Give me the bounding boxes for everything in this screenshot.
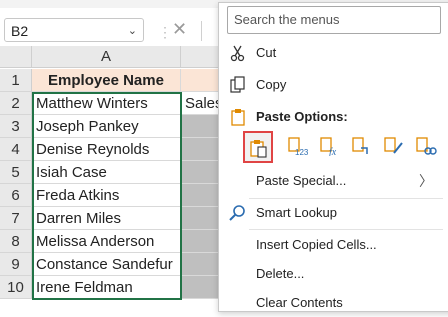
employee-name-cell[interactable]: Irene Feldman bbox=[32, 276, 181, 299]
paste-transpose-icon bbox=[384, 137, 403, 154]
paste-button[interactable] bbox=[243, 131, 273, 163]
paste-link-button[interactable] bbox=[411, 131, 441, 163]
row-header[interactable]: 4 bbox=[0, 138, 32, 161]
name-box[interactable]: B2 ⌄ bbox=[4, 18, 144, 42]
paste-formulas-icon: fx bbox=[320, 137, 337, 156]
employee-name-cell[interactable]: Darren Miles bbox=[32, 207, 181, 230]
chevron-down-icon[interactable]: ⌄ bbox=[128, 19, 137, 43]
menu-item-cut[interactable]: Cut bbox=[219, 39, 448, 67]
paste-transpose-button[interactable] bbox=[379, 131, 409, 163]
select-all-corner[interactable] bbox=[0, 46, 32, 68]
formula-divider bbox=[201, 21, 202, 41]
menu-item-label: Delete... bbox=[256, 266, 305, 281]
row-header[interactable]: 10 bbox=[0, 276, 32, 299]
row-header[interactable]: 8 bbox=[0, 230, 32, 253]
paste-formatting-button[interactable] bbox=[347, 131, 377, 163]
context-menu: Search the menus Cut Copy Paste Options:… bbox=[218, 2, 448, 312]
name-box-value: B2 bbox=[11, 23, 29, 39]
svg-text:fx: fx bbox=[329, 147, 337, 156]
menu-item-insert-copied-cells[interactable]: Insert Copied Cells... bbox=[219, 231, 448, 259]
menu-item-label: Paste Special... bbox=[256, 173, 347, 188]
menu-item-smart-lookup[interactable]: Smart Lookup bbox=[219, 199, 448, 227]
menu-item-copy[interactable]: Copy bbox=[219, 71, 448, 99]
row-header[interactable]: 7 bbox=[0, 207, 32, 230]
row-header[interactable]: 1 bbox=[0, 69, 32, 92]
paste-formatting-icon bbox=[352, 137, 368, 154]
employee-name-cell[interactable]: Freda Atkins bbox=[32, 184, 181, 207]
row-header[interactable]: 9 bbox=[0, 253, 32, 276]
menu-item-label: Copy bbox=[256, 77, 287, 92]
employee-name-cell[interactable]: Matthew Winters bbox=[32, 92, 181, 115]
paste-formulas-button[interactable]: fx bbox=[315, 131, 345, 163]
menu-item-paste-special[interactable]: Paste Special... 〉 bbox=[219, 167, 448, 195]
employee-name-cell[interactable]: Constance Sandefur bbox=[32, 253, 181, 276]
row-header[interactable]: 2 bbox=[0, 92, 32, 115]
formula-separator: ⋮ bbox=[158, 24, 172, 40]
row-header[interactable]: 3 bbox=[0, 115, 32, 138]
cancel-icon[interactable]: ✕ bbox=[172, 19, 187, 40]
paste-link-icon bbox=[416, 137, 437, 155]
paste-icon bbox=[250, 140, 267, 158]
clipboard-icon bbox=[229, 108, 247, 126]
paste-values-button[interactable]: 123 bbox=[283, 131, 313, 163]
menu-item-label: Clear Contents bbox=[256, 295, 343, 310]
employee-name-cell[interactable]: Joseph Pankey bbox=[32, 115, 181, 138]
paste-options-header: Paste Options: bbox=[219, 103, 448, 131]
search-menus-input[interactable]: Search the menus bbox=[227, 6, 441, 34]
chevron-right-icon: 〉 bbox=[419, 173, 433, 189]
menu-item-clear-contents[interactable]: Clear Contents bbox=[219, 289, 448, 317]
magnifier-icon bbox=[229, 204, 247, 222]
menu-item-delete[interactable]: Delete... bbox=[219, 260, 448, 288]
menu-divider bbox=[249, 229, 443, 230]
column-header-a[interactable]: A bbox=[32, 46, 181, 68]
row-header[interactable]: 5 bbox=[0, 161, 32, 184]
employee-name-cell[interactable]: Melissa Anderson bbox=[32, 230, 181, 253]
paste-options-label: Paste Options: bbox=[256, 109, 348, 124]
employee-name-cell[interactable]: Denise Reynolds bbox=[32, 138, 181, 161]
row-header[interactable]: 6 bbox=[0, 184, 32, 207]
scissors-icon bbox=[229, 44, 247, 62]
header-cell[interactable]: Employee Name bbox=[32, 69, 181, 92]
paste-values-icon: 123 bbox=[288, 137, 309, 156]
menu-item-label: Insert Copied Cells... bbox=[256, 237, 377, 252]
employee-name-cell[interactable]: Isiah Case bbox=[32, 161, 181, 184]
svg-text:123: 123 bbox=[295, 148, 309, 156]
copy-icon bbox=[229, 76, 247, 94]
menu-item-label: Smart Lookup bbox=[256, 205, 337, 220]
menu-item-label: Cut bbox=[256, 45, 277, 60]
